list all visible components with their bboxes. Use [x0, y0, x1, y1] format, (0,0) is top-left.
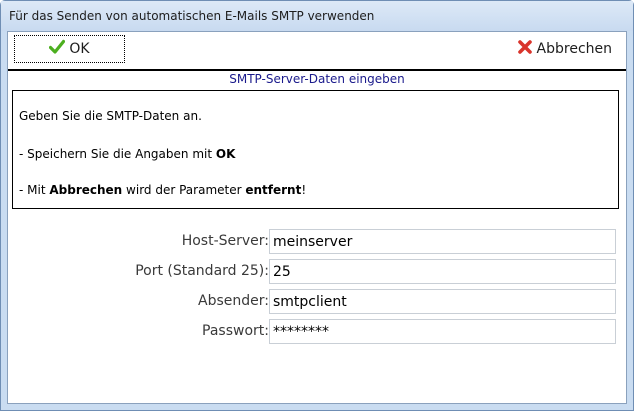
host-row: Host-Server:	[8, 229, 626, 255]
password-row: Passwort:	[8, 319, 626, 345]
dialog-window: Für das Senden von automatischen E-Mails…	[0, 0, 634, 411]
checkmark-icon	[49, 39, 66, 59]
info-text: - Speichern Sie die Angaben mit	[19, 147, 216, 161]
ok-button-label: OK	[69, 41, 90, 57]
info-text: wird der Parameter	[122, 183, 246, 197]
section-title: SMTP-Server-Daten eingeben	[229, 72, 405, 86]
password-label: Passwort:	[202, 323, 269, 339]
close-icon	[517, 39, 533, 59]
window-title: Für das Senden von automatischen E-Mails…	[9, 9, 375, 23]
sender-input[interactable]	[269, 289, 616, 314]
info-box: Geben Sie die SMTP-Daten an. - Speichern…	[12, 90, 619, 209]
info-bold-removed: entfernt	[245, 183, 302, 197]
cancel-button[interactable]: Abbrechen	[517, 35, 612, 63]
toolbar: OK Abbrechen	[8, 32, 626, 71]
info-text: - Mit	[19, 183, 50, 197]
info-line-3: - Mit Abbrechen wird der Parameter entfe…	[19, 183, 306, 197]
sender-row: Absender:	[8, 289, 626, 315]
cancel-button-label: Abbrechen	[536, 41, 612, 57]
title-bar[interactable]: Für das Senden von automatischen E-Mails…	[1, 1, 633, 31]
password-input[interactable]	[269, 319, 616, 344]
info-text: !	[301, 183, 307, 197]
info-text: Geben Sie die SMTP-Daten an.	[19, 109, 202, 123]
ok-button[interactable]: OK	[14, 35, 125, 63]
port-row: Port (Standard 25):	[8, 259, 626, 285]
info-line-2: - Speichern Sie die Angaben mit OK	[19, 147, 235, 161]
dialog-content: OK Abbrechen SMTP-Server-Daten eingeben …	[7, 31, 627, 404]
host-label: Host-Server:	[181, 233, 269, 249]
info-bold-ok: OK	[215, 147, 236, 161]
info-line-1: Geben Sie die SMTP-Daten an.	[19, 109, 202, 123]
port-input[interactable]	[269, 259, 616, 284]
sender-label: Absender:	[198, 293, 269, 309]
info-bold-cancel: Abbrechen	[49, 183, 123, 197]
host-input[interactable]	[269, 229, 616, 254]
port-label: Port (Standard 25):	[135, 263, 269, 279]
